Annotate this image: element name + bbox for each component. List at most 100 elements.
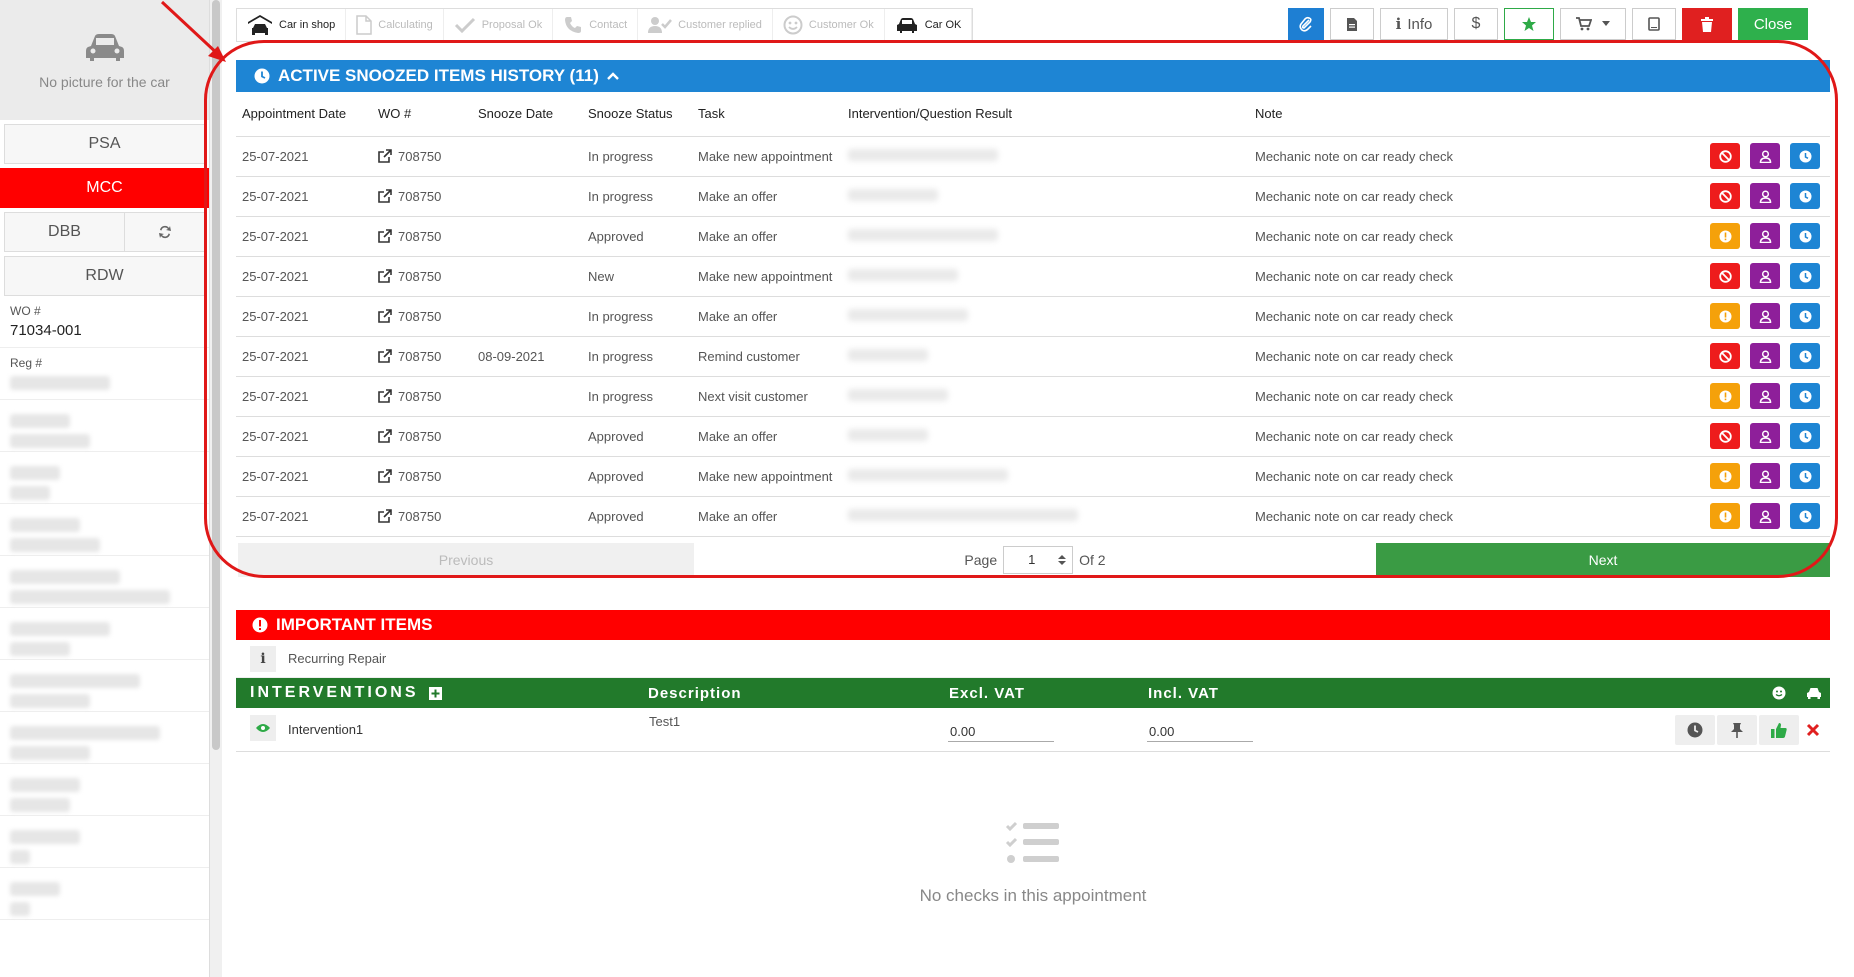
- snooze-button[interactable]: [1790, 183, 1820, 209]
- favorite-button[interactable]: [1504, 8, 1554, 40]
- appointment-date: 25-07-2021: [236, 136, 372, 177]
- step-car-ok[interactable]: Car OK: [885, 9, 973, 41]
- snoozed-items-panel: ACTIVE SNOOZED ITEMS HISTORY (11) Appoin…: [236, 60, 1830, 577]
- snooze-status: Approved: [582, 216, 692, 257]
- snooze-button[interactable]: [1790, 143, 1820, 169]
- interventions-title-wrap: INTERVENTIONS: [250, 684, 442, 702]
- visibility-toggle[interactable]: [250, 715, 276, 741]
- customer-button[interactable]: [1750, 503, 1780, 529]
- wo-cell[interactable]: 708750: [372, 176, 472, 217]
- step-customer-replied[interactable]: Customer replied: [638, 9, 773, 41]
- snooze-button[interactable]: [1790, 303, 1820, 329]
- snooze-button[interactable]: [1790, 343, 1820, 369]
- attachment-button[interactable]: [1288, 8, 1324, 40]
- table-row: 25-07-2021 708750 Approved Make an offer Mec…: [236, 416, 1830, 457]
- dbb-button[interactable]: DBB: [4, 212, 125, 252]
- snooze-date: [472, 256, 582, 297]
- customer-button[interactable]: [1750, 263, 1780, 289]
- snooze-button[interactable]: [1790, 463, 1820, 489]
- customer-button[interactable]: [1750, 223, 1780, 249]
- wo-cell[interactable]: 708750: [372, 376, 472, 417]
- rdw-button[interactable]: RDW: [4, 256, 205, 296]
- customer-button[interactable]: [1750, 463, 1780, 489]
- step-car-in-shop[interactable]: Car in shop: [237, 9, 347, 41]
- row-actions: [1609, 336, 1830, 377]
- customer-button[interactable]: [1750, 423, 1780, 449]
- wo-cell[interactable]: 708750: [372, 456, 472, 497]
- snoozed-items-header[interactable]: ACTIVE SNOOZED ITEMS HISTORY (11): [236, 60, 1830, 92]
- snooze-status: Approved: [582, 416, 692, 457]
- sidebar-scroll-thumb[interactable]: [212, 0, 220, 750]
- snooze-status-button[interactable]: [1710, 383, 1740, 409]
- exclamation-icon: [1719, 390, 1731, 402]
- info-button[interactable]: i Info: [1380, 8, 1448, 40]
- tablet-button[interactable]: [1632, 8, 1676, 40]
- user-icon: [1759, 269, 1771, 283]
- wo-cell[interactable]: 708750: [372, 256, 472, 297]
- wo-cell[interactable]: 708750: [372, 496, 472, 537]
- snooze-status: Approved: [582, 496, 692, 537]
- snooze-status-button[interactable]: [1710, 303, 1740, 329]
- customer-button[interactable]: [1750, 343, 1780, 369]
- note: Mechanic note on car ready check: [1249, 416, 1609, 457]
- cart-button[interactable]: [1560, 8, 1626, 40]
- step-customer-ok[interactable]: Customer Ok: [773, 9, 885, 41]
- snooze-status-button[interactable]: [1710, 263, 1740, 289]
- customer-button[interactable]: [1750, 383, 1780, 409]
- page-number-input[interactable]: 1: [1003, 545, 1074, 574]
- intervention-result: [842, 496, 1249, 537]
- exclamation-icon: [1719, 310, 1731, 322]
- snooze-status-button[interactable]: [1710, 223, 1740, 249]
- no-picture-label: No picture for the car: [39, 74, 170, 90]
- page-total: Of 2: [1079, 551, 1106, 568]
- wo-cell[interactable]: 708750: [372, 296, 472, 337]
- price-button[interactable]: $: [1454, 8, 1498, 40]
- redacted-info: [0, 452, 209, 504]
- customer-button[interactable]: [1750, 183, 1780, 209]
- step-contact[interactable]: Contact: [553, 9, 639, 41]
- document-button[interactable]: [1330, 8, 1374, 40]
- step-calculating[interactable]: Calculating: [346, 9, 444, 41]
- snooze-status-button[interactable]: [1710, 503, 1740, 529]
- close-button[interactable]: Close: [1738, 8, 1808, 40]
- snooze-button[interactable]: [1790, 503, 1820, 529]
- customer-button[interactable]: [1750, 303, 1780, 329]
- table-row: 25-07-2021 708750 In progress Make an offer…: [236, 296, 1830, 337]
- snooze-button[interactable]: [1675, 715, 1715, 745]
- add-icon[interactable]: [428, 686, 442, 700]
- clock-icon: [1799, 230, 1811, 242]
- snooze-status-button[interactable]: [1710, 343, 1740, 369]
- snooze-status-button[interactable]: [1710, 463, 1740, 489]
- step-proposal-ok[interactable]: Proposal Ok: [444, 9, 554, 41]
- delete-button[interactable]: [1682, 8, 1732, 40]
- snooze-button[interactable]: [1790, 223, 1820, 249]
- redacted-info: [0, 556, 209, 608]
- snooze-button[interactable]: [1790, 423, 1820, 449]
- snooze-button[interactable]: [1790, 383, 1820, 409]
- pin-button[interactable]: [1717, 715, 1757, 745]
- remove-icon[interactable]: [1806, 723, 1820, 737]
- refresh-button[interactable]: [125, 212, 205, 252]
- wo-number: 708750: [398, 468, 442, 484]
- redacted-value: [10, 376, 110, 390]
- intervention-result: [842, 456, 1249, 497]
- snooze-status-button[interactable]: [1710, 143, 1740, 169]
- appointment-date: 25-07-2021: [236, 416, 372, 457]
- previous-button[interactable]: Previous: [238, 542, 694, 577]
- excl-vat-input[interactable]: 0.00: [948, 722, 1054, 742]
- snooze-button[interactable]: [1790, 263, 1820, 289]
- wo-cell[interactable]: 708750: [372, 336, 472, 377]
- mcc-button[interactable]: MCC: [0, 168, 209, 208]
- snoozed-items-title: ACTIVE SNOOZED ITEMS HISTORY (11): [278, 66, 599, 85]
- approve-button[interactable]: [1759, 715, 1799, 745]
- snooze-status-button[interactable]: [1710, 423, 1740, 449]
- psa-button[interactable]: PSA: [4, 124, 205, 164]
- customer-button[interactable]: [1750, 143, 1780, 169]
- wo-cell[interactable]: 708750: [372, 216, 472, 257]
- snooze-status-button[interactable]: [1710, 183, 1740, 209]
- redacted-result: [848, 148, 998, 161]
- next-button[interactable]: Next: [1376, 542, 1830, 577]
- wo-cell[interactable]: 708750: [372, 416, 472, 457]
- wo-cell[interactable]: 708750: [372, 136, 472, 177]
- incl-vat-input[interactable]: 0.00: [1147, 722, 1253, 742]
